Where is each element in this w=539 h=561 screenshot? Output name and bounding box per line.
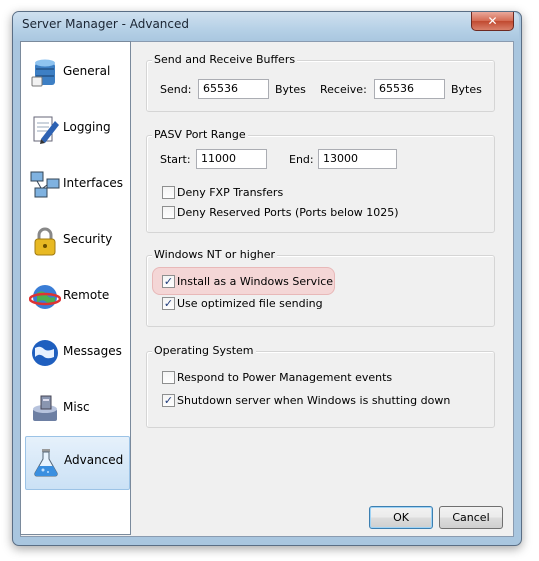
database-icon [31, 59, 55, 87]
buffers-group-title: Send and Receive Buffers [152, 53, 298, 66]
pasv-group-title: PASV Port Range [152, 128, 248, 141]
optimized-send-label: Use optimized file sending [177, 297, 323, 310]
close-button[interactable]: ✕ [471, 12, 514, 31]
send-unit: Bytes [275, 83, 306, 96]
server-disk-icon [33, 395, 57, 421]
shutdown-label: Shutdown server when Windows is shutting… [177, 394, 451, 407]
checkmark-icon: ✓ [163, 275, 174, 288]
power-mgmt-checkbox[interactable] [162, 371, 175, 384]
receive-unit: Bytes [451, 83, 482, 96]
flask-icon [34, 449, 58, 477]
close-icon: ✕ [487, 14, 498, 28]
shutdown-checkbox[interactable]: ✓ [162, 394, 175, 407]
sidebar-item-label: Misc [63, 400, 90, 414]
checkmark-icon: ✓ [163, 394, 174, 407]
os-group-title: Operating System [152, 344, 256, 357]
sidebar-item-label: Advanced [64, 453, 124, 467]
pasv-end-input[interactable]: 13000 [318, 149, 397, 169]
window-title: Server Manager - Advanced [22, 17, 189, 31]
remote-globe-icon [29, 285, 61, 309]
os-group [146, 351, 495, 428]
sidebar-item-label: Messages [63, 344, 122, 358]
deny-reserved-label: Deny Reserved Ports (Ports below 1025) [177, 206, 399, 219]
sidebar-item-advanced[interactable]: Advanced [25, 436, 130, 490]
install-service-checkbox[interactable]: ✓ [162, 275, 175, 288]
send-buffer-input[interactable]: 65536 [198, 79, 269, 99]
start-label: Start: [160, 153, 191, 166]
sidebar: General Logging Interfaces Security Remo… [20, 41, 131, 535]
sidebar-item-remote[interactable]: Remote [25, 272, 130, 326]
sidebar-item-label: Remote [63, 288, 110, 302]
end-label: End: [289, 153, 314, 166]
power-mgmt-label: Respond to Power Management events [177, 371, 393, 384]
sidebar-item-general[interactable]: General [25, 48, 130, 102]
cancel-button[interactable]: Cancel [439, 506, 503, 529]
pasv-start-input[interactable]: 11000 [196, 149, 267, 169]
sidebar-item-label: Security [63, 232, 113, 246]
sidebar-item-label: Interfaces [63, 176, 123, 190]
sidebar-item-misc[interactable]: Misc [25, 384, 130, 438]
sidebar-item-label: Logging [63, 120, 111, 134]
send-label: Send: [160, 83, 192, 96]
sidebar-item-security[interactable]: Security [25, 216, 130, 270]
deny-fxp-label: Deny FXP Transfers [177, 186, 284, 199]
checkmark-icon: ✓ [163, 297, 174, 310]
install-service-label: Install as a Windows Service [177, 275, 334, 288]
network-icon [30, 171, 60, 198]
receive-label: Receive: [320, 83, 367, 96]
sidebar-item-messages[interactable]: Messages [25, 328, 130, 382]
ok-button[interactable]: OK [369, 506, 433, 529]
sidebar-item-label: General [63, 64, 111, 78]
optimized-send-checkbox[interactable]: ✓ [162, 297, 175, 310]
notepad-icon [33, 116, 59, 144]
winnt-group-title: Windows NT or higher [152, 248, 278, 261]
sidebar-item-interfaces[interactable]: Interfaces [25, 160, 130, 214]
receive-buffer-input[interactable]: 65536 [374, 79, 445, 99]
padlock-icon [34, 227, 56, 256]
deny-reserved-checkbox[interactable] [162, 206, 175, 219]
deny-fxp-checkbox[interactable] [162, 186, 175, 199]
sidebar-item-logging[interactable]: Logging [25, 104, 130, 158]
globe-icon [32, 340, 58, 366]
